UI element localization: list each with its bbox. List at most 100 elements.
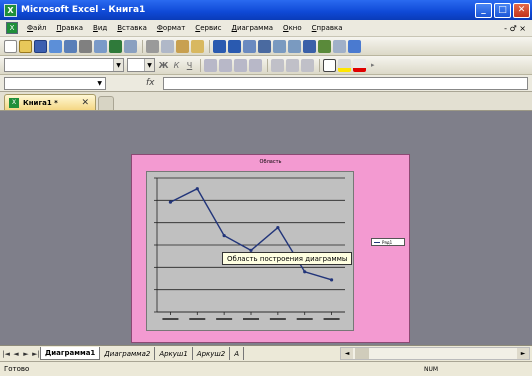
redo-icon[interactable] (228, 39, 241, 53)
document-icon[interactable]: X (6, 22, 18, 34)
legend-swatch (374, 241, 380, 243)
align-center-icon[interactable] (219, 58, 232, 72)
x-tick-label (243, 318, 259, 320)
menu-item-insert[interactable]: Вставка (112, 24, 152, 32)
x-tick-label (162, 318, 179, 320)
new-document-icon[interactable] (4, 39, 17, 53)
research-icon[interactable] (124, 39, 137, 53)
data-point (222, 234, 226, 238)
underline-button[interactable]: Ч (184, 61, 195, 70)
x-tick-label (189, 318, 206, 320)
status-bar: Готово NUM (0, 361, 532, 376)
document-tab[interactable]: X Книга1 * ✕ (4, 94, 96, 110)
data-point (303, 270, 307, 274)
menu-item-help[interactable]: Справка (307, 24, 348, 32)
format-painter-icon[interactable] (191, 39, 204, 53)
email-icon[interactable] (64, 39, 77, 53)
series-line (170, 187, 332, 281)
menu-item-file[interactable]: Файл (22, 24, 51, 32)
increase-decimal-icon[interactable] (286, 58, 299, 72)
autosum-icon[interactable] (258, 39, 271, 53)
toolbar-separator (267, 58, 268, 72)
font-name-select[interactable]: ▼ (4, 58, 124, 72)
undo-icon[interactable] (213, 39, 226, 53)
name-box[interactable]: ▼ (4, 76, 106, 90)
help-icon[interactable] (348, 39, 361, 53)
menu-item-edit[interactable]: Правка (51, 24, 88, 32)
insert-function-button[interactable]: fx (146, 78, 155, 88)
bold-button[interactable]: Ж (158, 61, 169, 70)
document-window-controls[interactable]: - ♂ × (504, 24, 526, 33)
chevron-down-icon: ▼ (97, 79, 102, 87)
close-icon[interactable]: ✕ (81, 98, 89, 108)
scroll-left-icon[interactable]: ◄ (341, 348, 353, 359)
minimize-button[interactable]: _ (475, 2, 492, 18)
open-folder-icon[interactable] (19, 39, 32, 53)
save-icon[interactable] (34, 39, 47, 53)
window-title: Microsoft Excel - Книга1 (21, 5, 146, 15)
merge-center-icon[interactable] (249, 58, 262, 72)
font-color-icon[interactable] (353, 58, 366, 72)
excel-app-icon[interactable]: X (4, 3, 17, 17)
font-size-select[interactable]: ▼ (127, 58, 155, 72)
sort-descending-icon[interactable] (288, 39, 301, 53)
zoom-icon[interactable] (333, 39, 346, 53)
paste-icon[interactable] (176, 39, 189, 53)
print-icon[interactable] (79, 39, 92, 53)
percent-style-icon[interactable] (271, 58, 284, 72)
toolbar-separator (200, 58, 201, 72)
last-sheet-icon[interactable]: ►| (32, 350, 40, 358)
next-sheet-icon[interactable]: ► (22, 350, 30, 358)
sheet-tab-diagram1[interactable]: Диаграмма1 (40, 347, 101, 360)
line-chart-svg (154, 177, 345, 320)
x-tick-label (269, 318, 286, 320)
menu-item-window[interactable]: Окно (278, 24, 307, 32)
sheet-tab-sheet2[interactable]: Аркуш2 (193, 347, 231, 360)
chart-wizard-icon[interactable] (303, 39, 316, 53)
previous-sheet-icon[interactable]: ◄ (12, 350, 20, 358)
decrease-indent-icon[interactable] (301, 58, 314, 72)
workspace: Область Ряд1 Область построения диаграмм… (0, 111, 532, 345)
chart-area[interactable]: Область Ряд1 Область построения диаграмм… (131, 154, 410, 343)
legend[interactable]: Ряд1 (371, 238, 405, 246)
maximize-button[interactable]: □ (494, 2, 511, 18)
menu-item-chart[interactable]: Диаграмма (226, 24, 278, 32)
formatting-toolbar: ▼ ▼ Ж К Ч ▸ (0, 56, 532, 75)
spelling-icon[interactable] (109, 39, 122, 53)
align-right-icon[interactable] (234, 58, 247, 72)
print-preview-icon[interactable] (94, 39, 107, 53)
scroll-right-icon[interactable]: ► (517, 348, 529, 359)
permission-icon[interactable] (49, 39, 62, 53)
data-point (329, 278, 334, 282)
menu-item-view[interactable]: Вид (88, 24, 112, 32)
formula-input[interactable] (162, 76, 528, 90)
copy-icon[interactable] (161, 39, 174, 53)
chart-tooltip: Область построения диаграммы (222, 252, 353, 265)
scroll-thumb[interactable] (355, 348, 369, 359)
new-tab-button[interactable] (98, 96, 114, 110)
menu-item-tools[interactable]: Сервис (190, 24, 226, 32)
menu-item-format[interactable]: Формат (152, 24, 190, 32)
toolbar-separator (209, 39, 210, 53)
plot-area[interactable] (146, 171, 354, 331)
hyperlink-icon[interactable] (243, 39, 256, 53)
formula-bar: ▼ fx (0, 75, 532, 92)
sheet-tab-sheet1[interactable]: Аркуш1 (155, 347, 193, 360)
document-tab-strip: X Книга1 * ✕ (0, 92, 532, 111)
borders-icon[interactable] (323, 58, 336, 72)
close-button[interactable]: ✕ (513, 2, 530, 18)
sheet-tab-diagram2[interactable]: Диаграмма2 (100, 347, 156, 360)
sheet-tab-sheet3[interactable]: А (230, 347, 245, 360)
horizontal-scrollbar[interactable]: ◄ ► (340, 347, 530, 360)
toolbar-separator (319, 58, 320, 72)
document-tab-label: Книга1 * (23, 98, 58, 107)
first-sheet-icon[interactable]: |◄ (2, 350, 10, 358)
drawing-icon[interactable] (318, 39, 331, 53)
fill-color-icon[interactable] (338, 58, 351, 72)
chart-title[interactable]: Область (132, 159, 409, 165)
cut-icon[interactable] (146, 39, 159, 53)
more-buttons-icon[interactable]: ▸ (371, 61, 375, 69)
italic-button[interactable]: К (171, 61, 182, 70)
sort-ascending-icon[interactable] (273, 39, 286, 53)
align-left-icon[interactable] (204, 58, 217, 72)
